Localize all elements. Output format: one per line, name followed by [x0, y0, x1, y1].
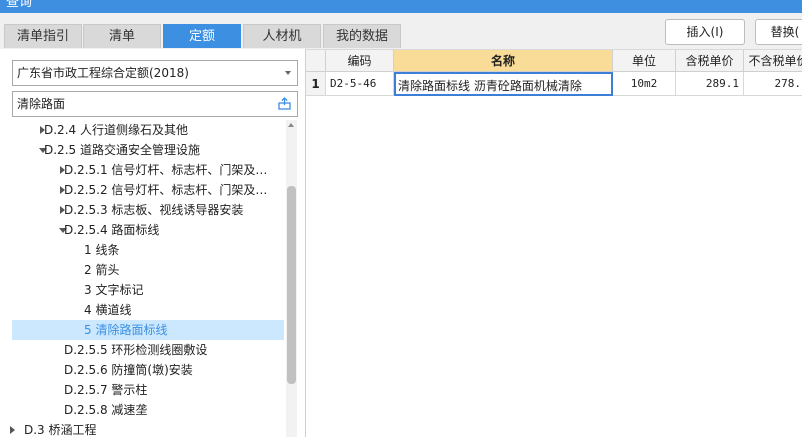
tree-item-label: D.2.5.7 警示柱: [64, 383, 148, 397]
tree-item-label: D.2.5.6 防撞筒(墩)安装: [64, 363, 193, 377]
header-tax-excl-price[interactable]: 不含税单价: [744, 50, 802, 72]
chapter-tree: D.2.4 人行道侧缘石及其他 D.2.5 道路交通安全管理设施 D.2.5.1 信…: [0, 120, 286, 437]
header-code[interactable]: 编码: [326, 50, 394, 72]
scrollbar-thumb[interactable]: [287, 186, 296, 384]
tree-item-label: D.2.5.4 路面标线: [64, 223, 160, 237]
header-tax-incl-price[interactable]: 含税单价: [676, 50, 744, 72]
tree-item-label: D.3 桥涵工程: [24, 423, 97, 437]
quota-library-select[interactable]: 广东省市政工程综合定额(2018): [12, 60, 298, 86]
tab-list[interactable]: 清单: [83, 24, 161, 48]
tab-my-data[interactable]: 我的数据: [323, 24, 401, 48]
tree-item-label: 3 文字标记: [84, 283, 144, 297]
tree-item[interactable]: D.2.5.8 减速垄: [12, 400, 284, 420]
tree-item[interactable]: 2 箭头: [12, 260, 284, 280]
tree-item-label: 1 线条: [84, 243, 120, 257]
replace-button[interactable]: 替换(: [755, 19, 802, 45]
tree-item[interactable]: 1 线条: [12, 240, 284, 260]
header-unit[interactable]: 单位: [613, 50, 676, 72]
tree-item[interactable]: D.2.5.7 警示柱: [12, 380, 284, 400]
tree-item[interactable]: D.2.5.1 信号灯杆、标志杆、门架及…: [12, 160, 284, 180]
tree-item[interactable]: D.2.5 道路交通安全管理设施: [12, 140, 284, 160]
tab-list-guide[interactable]: 清单指引: [4, 24, 82, 48]
search-input[interactable]: 清除路面: [12, 91, 298, 117]
cell-unit[interactable]: 10m2: [613, 72, 676, 96]
row-number[interactable]: 1: [306, 72, 326, 96]
tree-item-label: 5 清除路面标线: [84, 323, 168, 337]
quota-library-value: 广东省市政工程综合定额(2018): [17, 66, 189, 80]
header-row-num: [306, 50, 326, 72]
tab-quota[interactable]: 定额: [163, 24, 241, 48]
cell-code[interactable]: D2-5-46: [326, 72, 394, 96]
tree-item-label: D.2.5.5 环形检测线圈敷设: [64, 343, 208, 357]
scroll-up-icon[interactable]: [288, 123, 294, 127]
chevron-down-icon[interactable]: [285, 71, 291, 75]
expand-right-icon[interactable]: [10, 426, 15, 434]
tree-item[interactable]: 3 文字标记: [12, 280, 284, 300]
tree-item-label: D.2.4 人行道侧缘石及其他: [44, 123, 188, 137]
search-value: 清除路面: [17, 97, 66, 111]
tree-item-selected[interactable]: 5 清除路面标线: [12, 320, 284, 340]
tree-item[interactable]: D.2.4 人行道侧缘石及其他: [12, 120, 284, 140]
tree-item-label: 2 箭头: [84, 263, 120, 277]
tab-labor-material-machine[interactable]: 人材机: [243, 24, 321, 48]
window-title: 查询: [6, 0, 33, 10]
tree-item-label: D.2.5 道路交通安全管理设施: [44, 143, 200, 157]
tree-item[interactable]: D.2.5.3 标志板、视线诱导器安装: [12, 200, 284, 220]
cell-tax-excl-price[interactable]: 278.: [744, 72, 802, 96]
tree-item-label: D.2.5.1 信号灯杆、标志杆、门架及…: [64, 163, 268, 177]
tree-item-label: D.2.5.2 信号灯杆、标志杆、门架及…: [64, 183, 268, 197]
tree-item[interactable]: D.3 桥涵工程: [10, 420, 284, 437]
tree-item[interactable]: D.2.5.5 环形检测线圈敷设: [12, 340, 284, 360]
cell-tax-incl-price[interactable]: 289.1: [676, 72, 744, 96]
tree-item[interactable]: D.2.5.4 路面标线: [12, 220, 284, 240]
cell-name[interactable]: 清除路面标线 沥青砼路面机械清除: [394, 72, 613, 96]
tree-item[interactable]: 4 横道线: [12, 300, 284, 320]
title-bar: 查询: [0, 0, 802, 13]
insert-button[interactable]: 插入(I): [665, 19, 745, 45]
person-up-icon[interactable]: [278, 97, 291, 110]
tree-item[interactable]: D.2.5.6 防撞筒(墩)安装: [12, 360, 284, 380]
tree-item-label: D.2.5.8 减速垄: [64, 403, 148, 417]
tree-scrollbar[interactable]: [286, 120, 297, 437]
header-name[interactable]: 名称: [394, 50, 613, 72]
tree-item[interactable]: D.2.5.2 信号灯杆、标志杆、门架及…: [12, 180, 284, 200]
tree-item-label: D.2.5.3 标志板、视线诱导器安装: [64, 203, 244, 217]
tree-item-label: 4 横道线: [84, 303, 132, 317]
